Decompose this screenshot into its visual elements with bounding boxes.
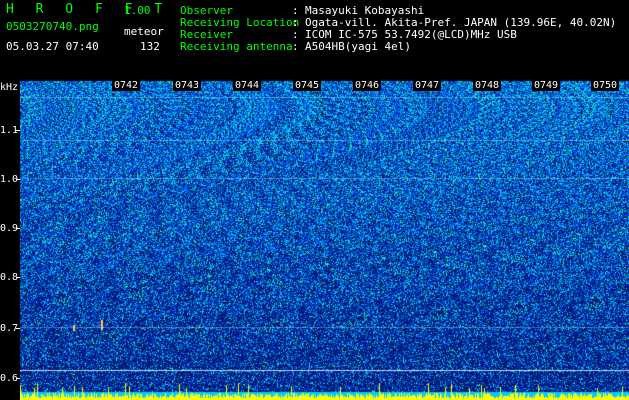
app-version: 1.00 [124, 4, 151, 17]
x-tick-label: 0742 [112, 80, 141, 91]
y-unit-label: kHz [0, 82, 19, 93]
spectrogram: 0742 0743 0744 0745 0746 0747 0748 0749 … [20, 80, 629, 400]
x-tick-label: 0743 [173, 80, 202, 91]
x-tick-label: 0747 [413, 80, 442, 91]
spectrogram-canvas [20, 80, 629, 400]
x-tick-label: 0750 [591, 80, 620, 91]
x-tick-label: 0749 [532, 80, 561, 91]
event-count: 132 [140, 40, 160, 53]
colon: : [292, 40, 299, 53]
file-name: 0503270740.png [6, 20, 99, 33]
mode-label: meteor [124, 25, 164, 38]
x-tick-label: 0746 [353, 80, 382, 91]
x-tick-label: 0744 [233, 80, 262, 91]
x-tick-label: 0748 [473, 80, 502, 91]
date-time: 05.03.27 07:40 [6, 40, 99, 53]
y-axis: kHz 1.1 1.0 0.9 0.8 0.7 0.6 [0, 80, 20, 400]
header-panel: H R O F F T 1.00 0503270740.png meteor 0… [0, 0, 629, 80]
antenna-value: A504HB(yagi 4el) [305, 40, 411, 53]
x-tick-label: 0745 [293, 80, 322, 91]
antenna-label: Receiving antenna [180, 40, 293, 53]
